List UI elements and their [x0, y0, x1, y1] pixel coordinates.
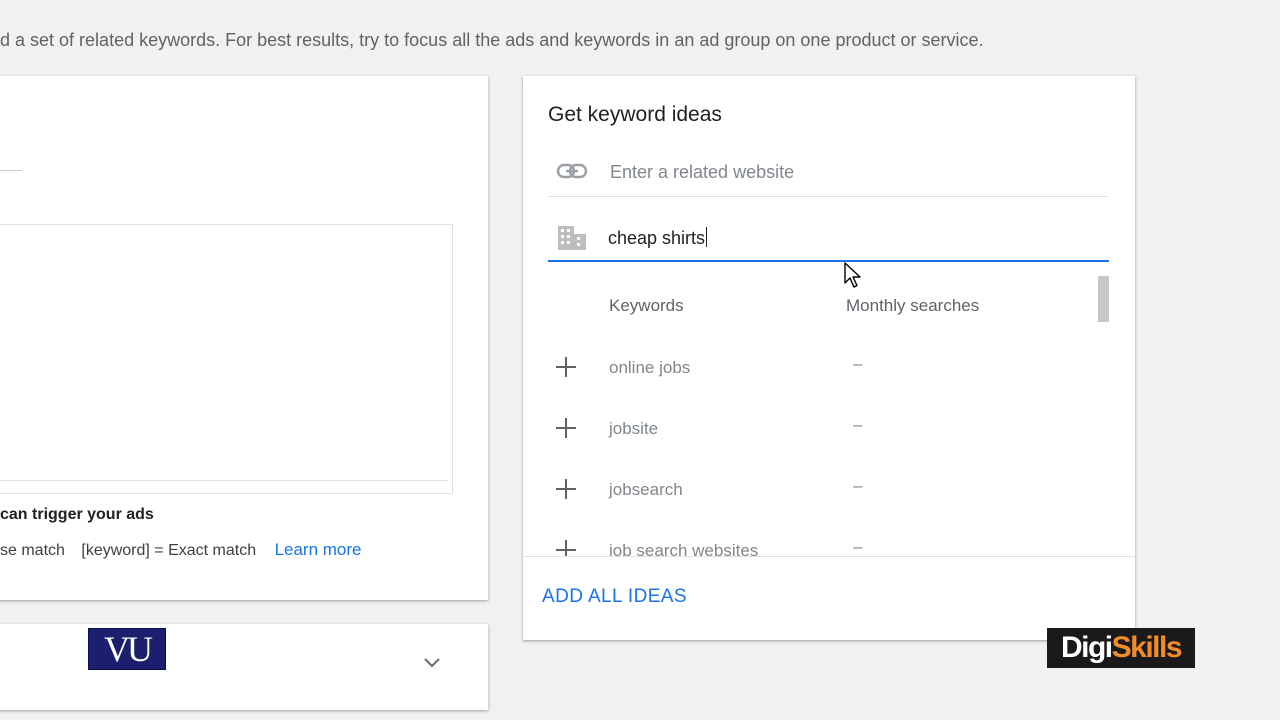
product-service-field[interactable]: cheap shirts	[548, 216, 1109, 262]
text-caret	[706, 227, 708, 247]
business-icon	[558, 226, 586, 250]
ad-group-card: can trigger your ads se match [keyword] …	[0, 76, 488, 600]
vu-logo: VU	[88, 628, 166, 670]
add-keyword-icon[interactable]	[554, 416, 578, 440]
monthly-searches-value: –	[853, 415, 863, 434]
logo-text-skills: Skills	[1111, 631, 1183, 664]
learn-more-link[interactable]: Learn more	[275, 540, 362, 559]
list-scrollbar[interactable]	[1098, 276, 1109, 322]
intro-text: d a set of related keywords. For best re…	[0, 30, 984, 50]
keyword-ideas-list: online jobs – jobsite – jobsearch – job …	[523, 338, 1135, 556]
keyword-text: online jobs	[609, 358, 691, 377]
keywords-column-header: Keywords	[609, 296, 684, 315]
monthly-searches-value: –	[853, 476, 863, 495]
add-keyword-icon[interactable]	[554, 355, 578, 379]
add-all-ideas-button[interactable]: ADD ALL IDEAS	[542, 586, 687, 608]
keyword-text: jobsite	[609, 419, 659, 438]
collapsed-section-card[interactable]: VU	[0, 624, 488, 710]
monthly-searches-value: –	[853, 537, 863, 556]
link-icon	[556, 163, 588, 179]
list-item: job search websites –	[523, 531, 1135, 556]
field-underline	[0, 170, 22, 171]
keyword-ideas-title: Get keyword ideas	[548, 103, 722, 126]
match-types-row: se match [keyword] = Exact match Learn m…	[0, 540, 362, 560]
list-item: jobsite –	[523, 409, 1135, 449]
keyword-ideas-card: Get keyword ideas cheap shirts Keywords …	[523, 76, 1135, 640]
digiskills-logo: Digi Skills	[1047, 628, 1195, 668]
keywords-textarea[interactable]	[0, 224, 453, 494]
website-field[interactable]	[548, 152, 1109, 197]
chevron-down-icon[interactable]	[420, 650, 444, 674]
textarea-divider	[0, 480, 448, 481]
exact-match-label: [keyword] = Exact match	[81, 542, 257, 559]
list-item: jobsearch –	[523, 470, 1135, 510]
monthly-searches-value: –	[853, 354, 863, 373]
logo-text-digi: Digi	[1060, 631, 1113, 664]
add-keyword-icon[interactable]	[554, 477, 578, 501]
footer-divider	[523, 556, 1135, 557]
monthly-searches-column-header: Monthly searches	[846, 296, 980, 315]
list-item: online jobs –	[523, 348, 1135, 388]
phrase-match-label: se match	[0, 542, 65, 559]
keyword-text: job search websites	[609, 541, 759, 556]
website-input[interactable]	[608, 159, 1092, 185]
keyword-text: jobsearch	[609, 480, 683, 499]
add-keyword-icon[interactable]	[554, 538, 578, 556]
query-text: cheap shirts	[608, 228, 706, 248]
product-service-input[interactable]: cheap shirts	[608, 227, 708, 249]
mouse-cursor-icon	[844, 262, 861, 288]
trigger-heading: can trigger your ads	[0, 506, 154, 523]
